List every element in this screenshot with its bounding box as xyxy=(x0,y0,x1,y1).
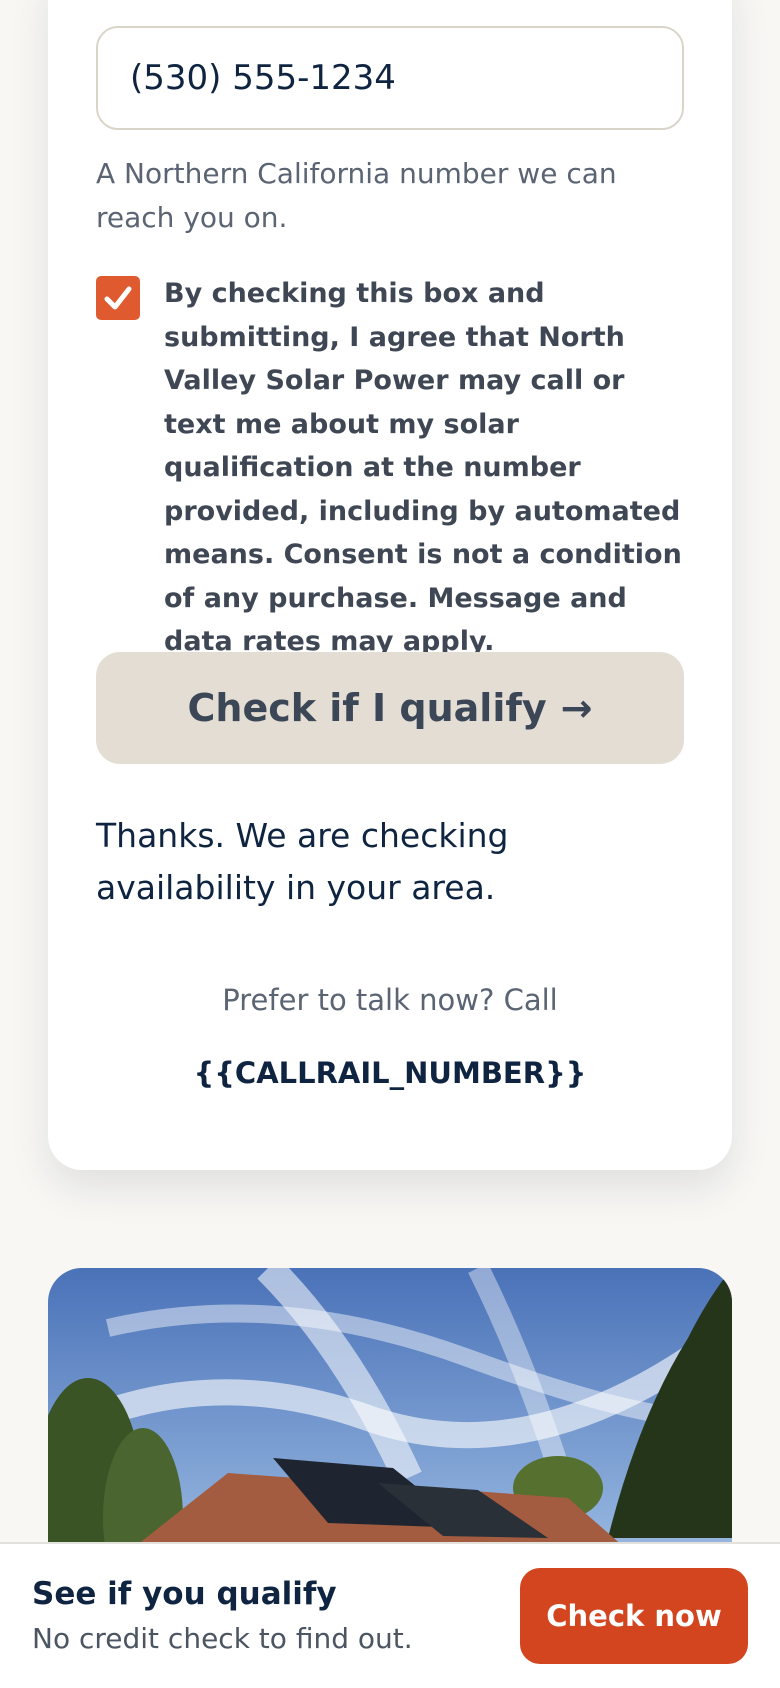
submit-label: Check if I qualify xyxy=(187,686,547,730)
prefer-call-text: Prefer to talk now? Call xyxy=(222,983,558,1017)
page: A Northern California number we can reac… xyxy=(0,0,780,1688)
phone-input[interactable] xyxy=(96,26,684,130)
consent-label: By checking this box and submitting, I a… xyxy=(164,278,682,657)
check-now-button[interactable]: Check now xyxy=(520,1568,748,1664)
arrow-right-icon: → xyxy=(560,686,593,730)
checkmark-icon xyxy=(104,286,132,310)
thanks-message: Thanks. We are checking availability in … xyxy=(96,816,509,907)
sticky-cta-bar: See if you qualify No credit check to fi… xyxy=(0,1542,780,1688)
phone-helper-text: A Northern California number we can reac… xyxy=(96,157,617,234)
check-qualify-button[interactable]: Check if I qualify → xyxy=(96,652,684,764)
sticky-subtitle: No credit check to find out. xyxy=(32,1622,413,1655)
sticky-title: See if you qualify xyxy=(32,1576,337,1612)
consent-checkbox[interactable] xyxy=(96,276,140,320)
call-number-link[interactable]: {{CALLRAIL_NUMBER}} xyxy=(48,1056,732,1090)
